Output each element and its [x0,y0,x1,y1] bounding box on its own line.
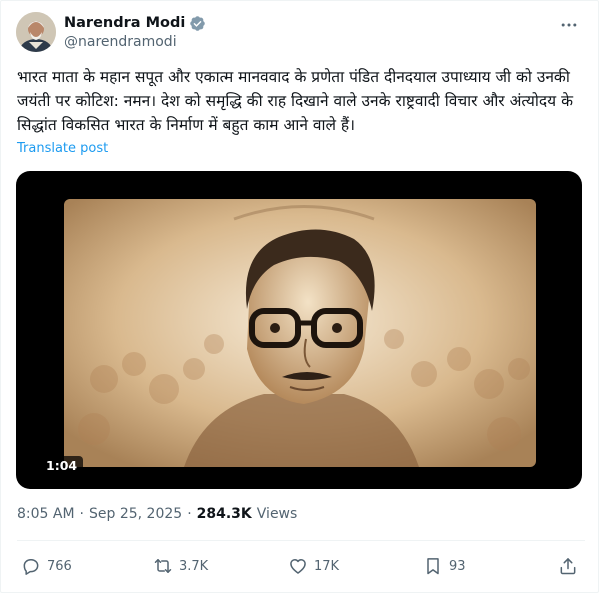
video-duration: 1:04 [40,456,84,475]
video-player[interactable]: 1:04 [16,171,582,489]
portrait-image [64,199,536,467]
reply-button[interactable]: 766 [21,554,72,578]
verified-badge-icon [190,15,206,31]
reply-icon [23,559,39,575]
meta-separator-2: · [187,506,192,522]
bookmark-icon [427,558,439,575]
like-button[interactable]: 17K [288,554,339,578]
share-icon [560,558,576,575]
author-name-row[interactable]: Narendra Modi [64,13,206,33]
share-button[interactable] [558,554,578,578]
divider [17,540,585,541]
repost-button[interactable]: 3.7K [153,554,208,578]
avatar-image [16,12,56,52]
repost-count: 3.7K [179,558,209,574]
video-thumbnail [64,199,536,467]
views-count: 284.3K [196,506,252,522]
like-count: 17K [314,558,340,574]
reply-count: 766 [47,558,72,574]
bookmark-count: 93 [449,558,466,574]
bookmark-button[interactable]: 93 [423,554,466,578]
avatar[interactable] [16,12,56,52]
more-icon [561,23,577,27]
author-name[interactable]: Narendra Modi [64,15,185,31]
post-text: भारत माता के महान सपूत और एकात्म मानववाद… [17,68,573,134]
post-meta: 8:05 AM · Sep 25, 2025 · 284.3K Views [17,506,297,522]
more-options-button[interactable] [558,14,580,36]
author-handle[interactable]: @narendramodi [64,34,177,50]
translate-post-link[interactable]: Translate post [17,141,108,156]
action-bar: 766 3.7K 17K 93 [1,554,599,578]
post-date[interactable]: Sep 25, 2025 [89,506,182,522]
views-label: Views [256,506,298,522]
repost-icon [154,559,172,573]
post-time[interactable]: 8:05 AM [17,506,75,522]
meta-separator: · [79,506,84,522]
heart-icon [290,559,306,574]
post-card: Narendra Modi @narendramodi भारत माता के… [0,0,599,593]
